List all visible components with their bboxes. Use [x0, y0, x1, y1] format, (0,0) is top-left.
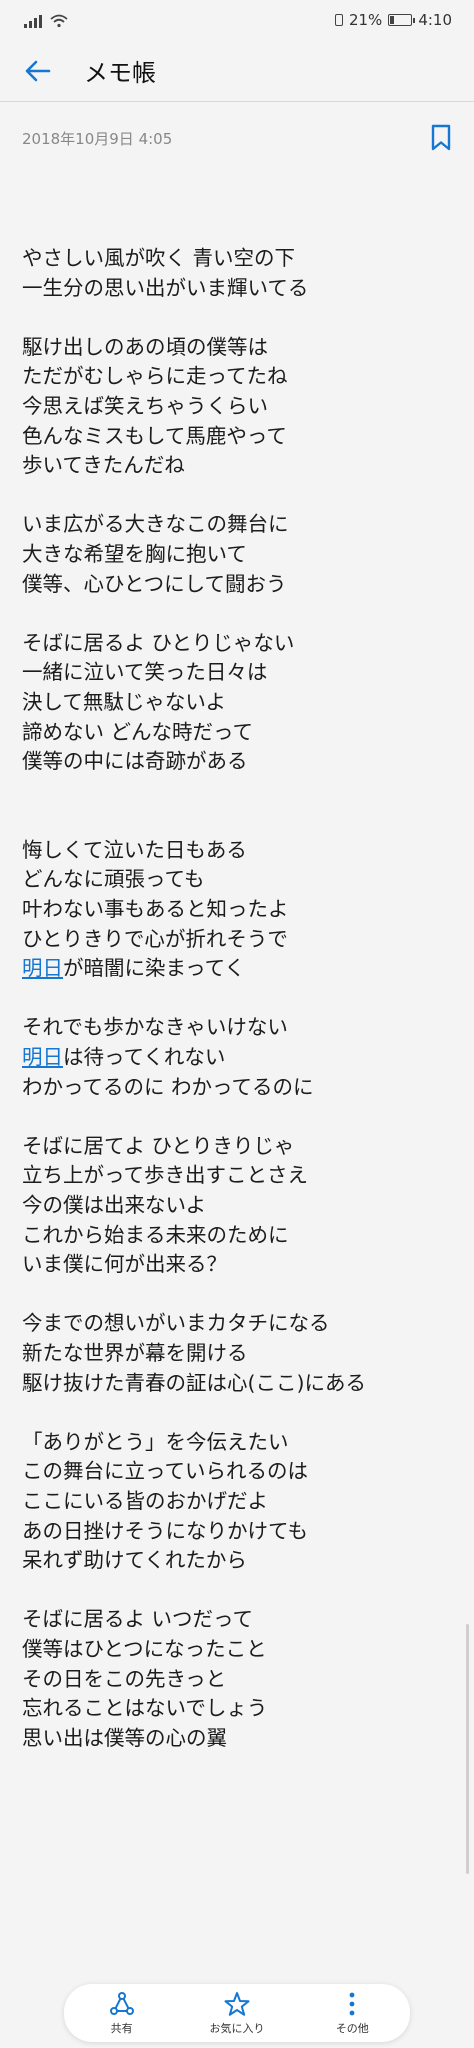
note-line: そばに居るよ ひとりじゃない	[22, 630, 295, 655]
note-line: 僕等の中には奇跡がある	[22, 749, 248, 774]
note-line: そばに居てよ ひとりきりじゃ	[22, 1133, 295, 1158]
note-body[interactable]: やさしい風が吹く 青い空の下 一生分の思い出がいま輝いてる 駆け出しのあの頃の僕等は…	[22, 244, 462, 1753]
note-line: 今の僕は出来ないよ	[22, 1193, 207, 1217]
scrollbar[interactable]	[466, 1624, 469, 1874]
share-icon	[109, 1992, 134, 2015]
page-title: メモ帳	[84, 59, 156, 87]
favorite-button[interactable]: お気に入り	[192, 1990, 282, 2036]
note-line: 悔しくて泣いた日もある	[22, 837, 247, 862]
note-line: 歩いてきたんだね	[22, 453, 185, 478]
wifi-icon	[50, 14, 68, 28]
note-line: あの日挫けそうになりかけても	[22, 1518, 308, 1543]
back-arrow-icon	[25, 60, 51, 81]
note-line: いま僕に何が出来る？	[22, 1252, 227, 1277]
note-line-text: は待ってくれない	[63, 1045, 226, 1070]
status-bar: 21% 4:10	[0, 0, 474, 40]
note-line: 大きな希望を胸に抱いて	[22, 541, 247, 566]
note-line: 僕等、心ひとつにして闘おう	[22, 571, 287, 596]
battery-level	[390, 16, 395, 24]
note-line: その日をこの先きっと	[22, 1666, 227, 1691]
note-line: 駆け出しのあの頃の僕等は	[22, 334, 268, 359]
note-line: 一生分の思い出がいま輝いてる	[22, 275, 309, 300]
note-line-text: が暗闇に染まってく	[63, 956, 246, 981]
note-line: 今思えば笑えちゃうくらい	[22, 393, 268, 418]
date-link[interactable]: 明日	[22, 1045, 63, 1069]
back-button[interactable]	[18, 51, 58, 91]
share-button[interactable]: 共有	[77, 1990, 167, 2036]
battery-percent: 21%	[348, 11, 383, 29]
note-line: この舞台に立っていられるのは	[22, 1459, 308, 1484]
note-meta: 2018年10月9日 4:05	[22, 124, 452, 152]
app-bar: メモ帳	[0, 40, 474, 102]
note-line: やさしい風が吹く 青い空の下	[22, 246, 296, 270]
note-line: 忘れることはないでしょう	[22, 1696, 268, 1721]
vibrate-icon	[334, 14, 343, 26]
battery-icon	[388, 14, 416, 26]
more-vertical-icon	[349, 1992, 355, 2016]
note-line: 明日は待ってくれない	[22, 1043, 462, 1073]
bookmark-icon[interactable]	[430, 124, 452, 152]
note-line: 新たな世界が幕を開ける	[22, 1340, 248, 1365]
note-line: どんなに頑張っても	[22, 867, 205, 892]
note-line: 僕等はひとつになったこと	[22, 1636, 267, 1661]
note-line: ここにいる皆のおかげだよ	[22, 1488, 268, 1513]
status-time: 4:10	[418, 11, 452, 29]
signal-icon	[24, 12, 42, 28]
date-link[interactable]: 明日	[22, 956, 63, 980]
bottom-toolbar: 共有 お気に入り その他	[64, 1984, 410, 2042]
note-line: 呆れず助けてくれたから	[22, 1548, 247, 1573]
note-line: それでも歩かなきゃいけない	[22, 1015, 288, 1040]
note-line: 立ち上がって歩き出すことさえ	[22, 1163, 308, 1188]
favorite-label: お気に入り	[209, 2022, 265, 2035]
note-line: 駆け抜けた青春の証は心(ここ)にある	[22, 1370, 366, 1395]
note-line: これから始まる未来のために	[22, 1222, 289, 1247]
note-line: ひとりきりで心が折れそうで	[22, 926, 288, 951]
note-line: 思い出は僕等の心の翼	[22, 1725, 227, 1750]
note-line: 今までの想いがいまカタチになる	[22, 1311, 330, 1336]
note-line: いま広がる大きなこの舞台に	[22, 512, 289, 537]
more-label: その他	[335, 2022, 369, 2035]
note-line: ただがむしゃらに走ってたね	[22, 364, 288, 389]
note-date: 2018年10月9日 4:05	[22, 129, 173, 148]
note-line: 決して無駄じゃないよ	[22, 689, 226, 714]
star-icon	[224, 1992, 250, 2016]
note-line: 一緒に泣いて笑った日々は	[22, 660, 268, 685]
status-left	[24, 12, 68, 28]
share-label: 共有	[110, 2022, 133, 2035]
note-line: 諦めない どんな時だって	[22, 719, 253, 744]
note-line: わかってるのに わかってるのに	[22, 1074, 314, 1099]
more-button[interactable]: その他	[307, 1990, 397, 2036]
note-line: 明日が暗闇に染まってく	[22, 954, 462, 984]
note-line: 叶わない事もあると知ったよ	[22, 897, 289, 922]
note-line: そばに居るよ いつだって	[22, 1607, 253, 1632]
note-line: 「ありがとう」を今伝えたい	[22, 1429, 289, 1454]
note-line: 色んなミスもして馬鹿やって	[22, 423, 287, 448]
status-right: 21% 4:10	[334, 11, 452, 29]
